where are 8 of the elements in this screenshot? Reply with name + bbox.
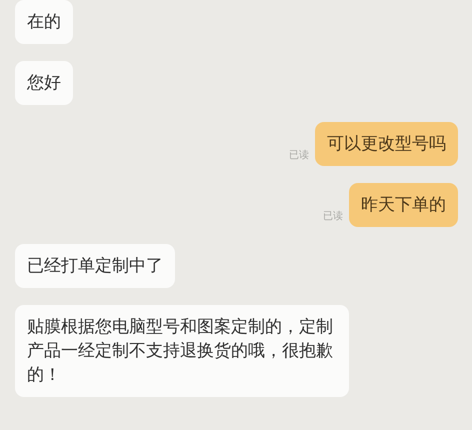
message-bubble: 您好 (15, 61, 73, 105)
message-bubble: 已经打单定制中了 (15, 244, 175, 288)
read-receipt: 已读 (289, 148, 309, 162)
message-bubble: 昨天下单的 (349, 183, 458, 227)
message-bubble: 可以更改型号吗 (315, 122, 458, 166)
message-bubble: 贴膜根据您电脑型号和图案定制的，定制产品一经定制不支持退换货的哦，很抱歉的！ (15, 305, 349, 397)
read-receipt: 已读 (323, 210, 343, 223)
message-bubble: 在的 (15, 0, 73, 44)
